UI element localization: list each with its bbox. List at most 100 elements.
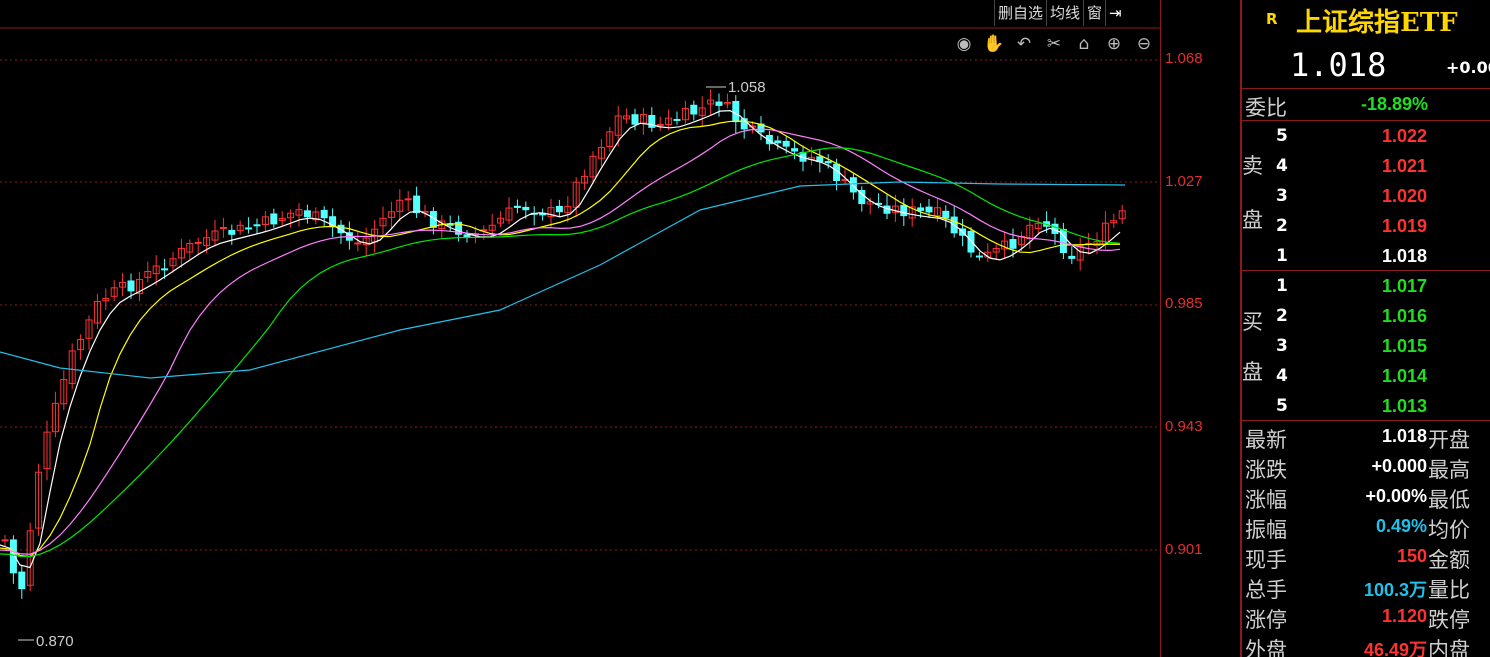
sell-row[interactable]: 5 1.022 [1242,122,1490,152]
buy-row[interactable]: 2 1.016 [1242,302,1490,332]
stat-value: 150 [1396,546,1427,566]
axis-label: 1.027 [1165,173,1203,190]
candle-body [354,242,362,245]
undo-icon[interactable]: ↶ [1012,32,1036,56]
candle-body [925,206,933,213]
candle-body [849,177,857,193]
buy-level: 3 [1276,336,1288,356]
stat-label-secondary: 内盘 [1428,638,1470,657]
zoom-in-icon[interactable]: ⊕ [1102,32,1126,56]
buy-row[interactable]: 5 1.013 [1242,392,1490,422]
stat-label: 涨跌 [1245,458,1287,482]
stat-label: 振幅 [1245,518,1287,542]
candle-body [18,571,26,590]
buy-row[interactable]: 3 1.015 [1242,332,1490,362]
sell-price: 1.022 [1381,126,1427,146]
stat-label: 现手 [1245,548,1287,572]
stat-row: 涨停 1.120 跌停 [1242,602,1490,632]
scissors-icon[interactable]: ✂ [1042,32,1066,56]
stat-label: 外盘 [1245,638,1287,657]
candle-body [715,101,723,106]
sell-row[interactable]: 4 1.021 [1242,152,1490,182]
moving-average-line [0,120,1120,558]
candle-body [320,209,328,219]
candle-body [522,206,530,211]
sell-level: 5 [1276,126,1288,146]
buy-price: 1.017 [1381,276,1427,296]
candle-body [555,205,563,213]
window-button[interactable]: 窗 [1083,0,1105,26]
candle-body [270,213,278,225]
order-ratio-value: -18.89% [1360,94,1428,114]
low-annotation: 0.870 [36,633,74,650]
axis-label: 0.943 [1165,418,1203,435]
buy-price: 1.013 [1381,396,1427,416]
order-ratio-label: 委比 [1245,96,1287,120]
collapse-panel-icon[interactable]: ⇥ [1105,0,1125,26]
stat-label-secondary: 均价 [1428,518,1470,542]
candle-body [245,227,253,230]
moving-average-line [0,110,1121,569]
sell-price: 1.021 [1381,156,1427,176]
stat-label-secondary: 开盘 [1428,428,1470,452]
candle-body [690,104,698,115]
sell-price: 1.019 [1381,216,1427,236]
sell-price: 1.020 [1381,186,1427,206]
stat-value: 0.49% [1375,516,1427,536]
candle-body [513,205,521,208]
candle-body [942,210,950,219]
sell-row[interactable]: 2 1.019 [1242,212,1490,242]
candle-body [791,148,799,152]
buy-level: 1 [1276,276,1288,296]
candlestick-plot[interactable]: 1.058 0.870 [0,0,1160,657]
candle-body [673,118,681,121]
stat-value: 1.018 [1381,426,1427,446]
zoom-out-icon[interactable]: ⊖ [1132,32,1156,56]
stat-label-secondary: 跌停 [1428,608,1470,632]
buy-price: 1.015 [1381,336,1427,356]
candle-body [404,198,412,201]
sell-row[interactable]: 3 1.020 [1242,182,1490,212]
candle-body [900,204,908,217]
stat-value: +0.000 [1371,456,1427,476]
candle-body [824,161,832,164]
candle-body [127,280,135,292]
candle-body [1068,255,1076,259]
stat-value: 100.3万 [1363,580,1427,600]
candle-body [1009,239,1017,249]
moving-average-line [0,128,1121,555]
lock-icon[interactable]: ⌂ [1072,32,1096,56]
candle-body [975,255,983,258]
high-annotation: 1.058 [728,79,766,96]
stat-row: 现手 150 金额 [1242,542,1490,572]
candle-body [228,229,236,235]
quote-panel: R 上证综指ETF 1.018 +0.00 委比 -18.89% 卖 盘 51.… [1240,0,1490,657]
stat-label: 最新 [1245,428,1287,452]
candle-body [303,210,311,218]
buy-row[interactable]: 4 1.014 [1242,362,1490,392]
stat-value: +0.00% [1365,486,1427,506]
stat-row: 振幅 0.49% 均价 [1242,512,1490,542]
moving-average-button[interactable]: 均线 [1046,0,1083,26]
eye-icon[interactable]: ◉ [952,32,976,56]
buy-row[interactable]: 1 1.017 [1242,272,1490,302]
axis-label: 0.985 [1165,295,1203,312]
buy-level: 4 [1276,366,1288,386]
stat-label: 涨停 [1245,608,1287,632]
sell-row[interactable]: 1 1.018 [1242,242,1490,272]
price-axis: 1.068 1.027 0.985 0.943 0.901 [1160,0,1241,657]
sell-level: 1 [1276,246,1288,266]
stat-row: 外盘 46.49万 内盘 [1242,632,1490,657]
stat-value: 1.120 [1381,606,1427,626]
stat-label-secondary: 最高 [1428,458,1470,482]
kline-chart[interactable]: 1.058 0.870 [0,0,1160,657]
candle-body [631,114,639,125]
candle-body [1,539,9,542]
delete-watchlist-button[interactable]: 删自选 [994,0,1046,26]
chart-tools: ◉ ✋ ↶ ✂ ⌂ ⊕ ⊖ [952,32,1156,56]
candle-body [253,224,261,227]
stat-row: 涨幅 +0.00% 最低 [1242,482,1490,512]
candle-body [161,268,169,271]
buy-price: 1.016 [1381,306,1427,326]
hand-icon[interactable]: ✋ [982,32,1006,56]
